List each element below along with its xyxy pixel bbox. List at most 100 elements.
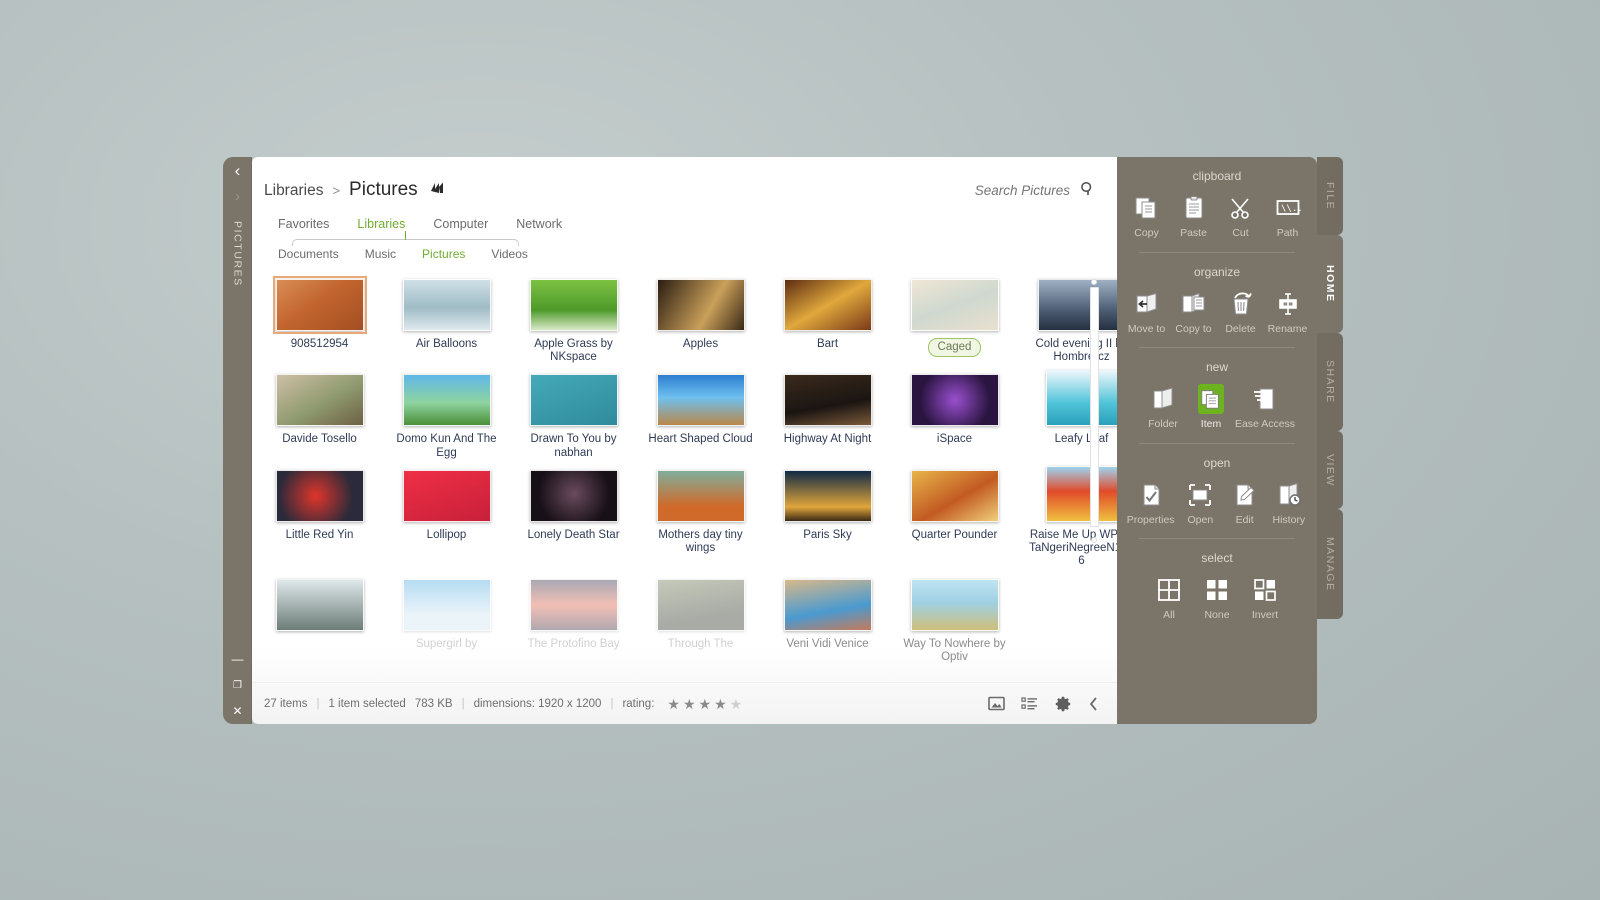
ribbon-panel[interactable]: clipboard Copy Paste Cut \\.. Path organize Mov… [1117, 157, 1317, 724]
ribbon-button-edit[interactable]: Edit [1224, 480, 1264, 527]
ribbon-tab-home[interactable]: HOME [1317, 235, 1343, 333]
grid-item[interactable]: Domo Kun And The Egg [390, 370, 503, 459]
ribbon-button-folder[interactable]: Folder [1141, 384, 1185, 431]
scroll-down-dot[interactable] [1091, 537, 1097, 543]
search-input[interactable] [920, 183, 1070, 198]
ribbon-button-cut[interactable]: Cut [1219, 193, 1262, 240]
grid-item[interactable] [263, 575, 376, 664]
tab-music[interactable]: Music [365, 247, 396, 261]
grid-item[interactable]: Mothers day tiny wings [644, 466, 757, 569]
ribbon-button-paste[interactable]: Paste [1172, 193, 1215, 240]
tab-libraries[interactable]: Libraries [357, 217, 405, 231]
grid-item[interactable]: Air Balloons [390, 275, 503, 364]
ribbon-button-delete[interactable]: Delete [1219, 289, 1262, 336]
tab-documents[interactable]: Documents [278, 247, 339, 261]
collapse-chevron-icon[interactable] [1088, 696, 1099, 712]
grid-item[interactable]: The Protofino Bay [517, 575, 630, 664]
tab-videos[interactable]: Videos [491, 247, 527, 261]
preview-pane-icon[interactable] [988, 696, 1005, 711]
ribbon-button-ease-access[interactable]: Ease Access [1235, 384, 1295, 431]
ribbon-button-path[interactable]: \\.. Path [1266, 193, 1309, 240]
scroll-up-dot[interactable] [1091, 279, 1097, 285]
thumbnail-image[interactable] [656, 578, 745, 631]
grid-item[interactable]: Apples [644, 275, 757, 364]
ribbon-button-copy[interactable]: Copy [1125, 193, 1168, 240]
ribbon-tab-view[interactable]: VIEW [1317, 431, 1343, 509]
grid-item[interactable]: Davide Tosello [263, 370, 376, 459]
thumbnail-image[interactable] [402, 279, 491, 331]
grid-item[interactable]: Raise Me Up WP by TaNgeriNegreeN1986 [1025, 465, 1117, 569]
grid-item[interactable]: Lonely Death Star [517, 466, 630, 569]
ribbon-tab-manage[interactable]: MANAGE [1317, 509, 1343, 619]
details-pane-icon[interactable] [1021, 696, 1038, 711]
status-bar-actions[interactable] [988, 695, 1099, 713]
thumbnail-image[interactable] [656, 469, 745, 522]
pin-icon[interactable] [429, 182, 446, 199]
primary-nav-tabs[interactable]: Favorites Libraries Computer Network [278, 217, 1091, 231]
status-badge[interactable]: ★ ★ ★ ★ ★ [667, 697, 742, 711]
rating-star[interactable]: ★ [730, 697, 743, 711]
ribbon-button-item[interactable]: Item [1189, 384, 1233, 431]
grid-item[interactable]: Leafy Leaf [1025, 370, 1117, 459]
thumbnail-image[interactable] [656, 374, 745, 427]
back-button[interactable]: ‹ [223, 157, 252, 183]
thumbnail-image[interactable] [910, 578, 999, 631]
grid-item[interactable]: Way To Nowhere by Optiv [898, 575, 1011, 664]
thumbnail-image[interactable] [910, 469, 999, 522]
grid-item[interactable]: Through The [644, 575, 757, 664]
search-box[interactable] [920, 181, 1095, 200]
ribbon-button-properties[interactable]: Properties [1125, 480, 1176, 527]
secondary-nav-tabs[interactable]: Documents Music Pictures Videos [278, 247, 1091, 261]
ribbon-button-invert[interactable]: Invert [1243, 575, 1287, 622]
minimize-button[interactable]: — [223, 646, 252, 672]
grid-item[interactable]: Cold evening II by Hombre-cz [1025, 275, 1117, 364]
thumbnail-image[interactable] [529, 374, 618, 427]
thumbnail-image[interactable] [529, 469, 618, 522]
grid-item[interactable]: Quarter Pounder [898, 466, 1011, 569]
file-grid-area[interactable]: 908512954 Air Balloons Apple Grass by NKsp… [252, 275, 1117, 675]
vertical-scrollbar[interactable] [1090, 287, 1099, 527]
tab-network[interactable]: Network [516, 217, 562, 231]
thumbnail-image[interactable] [1045, 370, 1117, 427]
ribbon-button-move-to[interactable]: Move to [1125, 289, 1168, 336]
breadcrumb-current[interactable]: Pictures [349, 179, 418, 201]
search-icon[interactable] [1080, 181, 1095, 200]
thumbnail-image[interactable] [529, 279, 618, 331]
grid-item[interactable]: Lollipop [390, 466, 503, 569]
thumbnail-image[interactable] [783, 469, 872, 522]
grid-item[interactable]: Drawn To You by nabhan [517, 370, 630, 459]
thumbnail-image[interactable] [275, 469, 364, 522]
tab-computer[interactable]: Computer [433, 217, 488, 231]
grid-item-caption[interactable]: Caged [927, 338, 982, 358]
thumbnail-image[interactable] [1037, 279, 1117, 331]
thumbnail-image[interactable] [910, 374, 999, 427]
ribbon-button-history[interactable]: History [1269, 480, 1309, 527]
ribbon-button-rename[interactable]: Rename [1266, 289, 1309, 336]
thumbnail-image[interactable] [402, 374, 491, 427]
grid-item[interactable]: Heart Shaped Cloud [644, 370, 757, 459]
thumbnail-image[interactable] [783, 578, 872, 631]
grid-item[interactable]: Paris Sky [771, 466, 884, 569]
ribbon-button-copy-to[interactable]: Copy to [1172, 289, 1215, 336]
ribbon-tab-share[interactable]: SHARE [1317, 333, 1343, 431]
grid-item[interactable]: Apple Grass by NKspace [517, 275, 630, 364]
ribbon-tab-strip[interactable]: FILE HOME SHARE VIEW MANAGE [1317, 157, 1343, 724]
ribbon-button-all[interactable]: All [1147, 575, 1191, 622]
grid-item[interactable]: iSpace [898, 370, 1011, 459]
rating-star[interactable]: ★ [683, 697, 696, 711]
close-button[interactable]: ✕ [223, 698, 252, 724]
thumbnail-image[interactable] [402, 469, 491, 522]
thumbnail-image[interactable] [910, 279, 999, 331]
rating-star[interactable]: ★ [699, 697, 712, 711]
grid-item[interactable]: Veni Vidi Venice [771, 575, 884, 664]
gear-icon[interactable] [1054, 695, 1072, 713]
thumbnail-image[interactable] [275, 374, 364, 427]
breadcrumb-root[interactable]: Libraries [264, 182, 323, 200]
thumbnail-image[interactable] [272, 276, 367, 334]
tab-favorites[interactable]: Favorites [278, 217, 329, 231]
grid-item[interactable]: Highway At Night [771, 370, 884, 459]
thumbnail-image[interactable] [656, 279, 745, 331]
thumbnail-image[interactable] [783, 374, 872, 427]
rating-star[interactable]: ★ [714, 697, 727, 711]
thumbnail-image[interactable] [275, 578, 364, 631]
